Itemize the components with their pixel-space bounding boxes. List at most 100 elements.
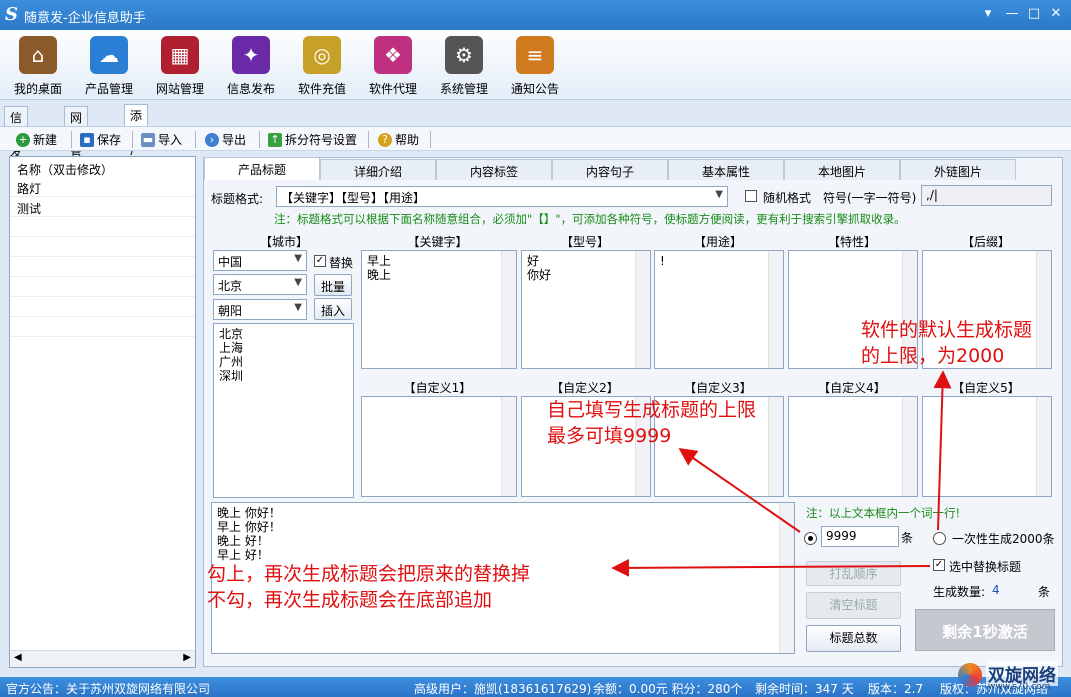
vertical-scrollbar[interactable] bbox=[1036, 251, 1051, 368]
replace-checkbox[interactable]: ✓ bbox=[314, 255, 326, 267]
total-button[interactable]: 标题总数 bbox=[806, 625, 901, 652]
chevron-down-icon: ▼ bbox=[294, 253, 302, 264]
city-list[interactable]: 北京 上海 广州 深圳 bbox=[213, 323, 354, 498]
divider bbox=[259, 131, 260, 148]
scroll-left-icon[interactable]: ◀ bbox=[14, 652, 22, 663]
toolbar-item-7[interactable]: ≡ 通知公告 bbox=[500, 36, 570, 97]
status-notice[interactable]: 官方公告：关于苏州双旋网络有限公司 bbox=[6, 680, 210, 697]
new-button[interactable]: + 新建 bbox=[16, 130, 57, 149]
toolbar-item-3[interactable]: ✦ 信息发布 bbox=[216, 36, 286, 97]
split-symbol-button[interactable]: ↑ 拆分符号设置 bbox=[268, 130, 357, 149]
window-title: 随意发-企业信息助手 bbox=[24, 11, 146, 26]
horizontal-scrollbar[interactable]: ◀ ▶ bbox=[10, 650, 195, 667]
generated-titles-text: 晚上 你好！ 早上 你好！ 晚上 好！ 早上 好！ bbox=[217, 506, 281, 562]
title-bar: S 随意发-企业信息助手 ▾ — □ ✕ bbox=[0, 0, 1071, 30]
feature-header: 【特性】 bbox=[827, 235, 876, 249]
vertical-scrollbar[interactable] bbox=[768, 397, 783, 496]
custom4-textarea[interactable] bbox=[788, 396, 918, 497]
close-icon[interactable]: ✕ bbox=[1045, 4, 1067, 24]
list-item[interactable]: 测试 bbox=[10, 197, 195, 217]
tab-product-5[interactable]: 本地图片 bbox=[784, 159, 900, 180]
batch-button[interactable]: 批量 bbox=[314, 274, 352, 296]
toolbar-item-6[interactable]: ⚙ 系统管理 bbox=[429, 36, 499, 97]
export-button[interactable]: › 导出 bbox=[205, 130, 246, 149]
tab-info-publish[interactable]: 信息发布 bbox=[4, 106, 29, 176]
list-item-empty bbox=[10, 217, 195, 237]
format-select[interactable]: 【关键字】【型号】【用途】 ▼ bbox=[276, 186, 728, 207]
product-list[interactable]: 名称（双击修改） 路灯 测试 ◀ ▶ bbox=[9, 156, 196, 668]
help-button[interactable]: ? 帮助 bbox=[378, 130, 419, 149]
format-label: 标题格式: bbox=[211, 192, 264, 206]
list-item-empty bbox=[10, 257, 195, 277]
toolbar-item-1[interactable]: ☁ 产品管理 bbox=[74, 36, 144, 97]
model-textarea[interactable]: 好 你好 bbox=[521, 250, 651, 369]
random-format-checkbox[interactable] bbox=[745, 190, 757, 202]
vertical-scrollbar[interactable] bbox=[902, 397, 917, 496]
status-bar: 官方公告：关于苏州双旋网络有限公司 高级用户：施凯(18361617629) 余… bbox=[0, 677, 1071, 697]
dropdown-icon[interactable]: ▾ bbox=[977, 4, 999, 24]
random-format-label: 随机格式 bbox=[763, 191, 812, 205]
status-version: 版本：2.7 bbox=[868, 682, 924, 696]
vertical-scrollbar[interactable] bbox=[779, 503, 794, 653]
toolbar-label: 系统管理 bbox=[439, 82, 488, 96]
province-select[interactable]: 中国 ▼ bbox=[213, 250, 307, 271]
vertical-scrollbar[interactable] bbox=[501, 251, 516, 368]
toolbar-item-0[interactable]: ⌂ 我的桌面 bbox=[3, 36, 73, 97]
tab-site-manage[interactable]: 网站管理 bbox=[64, 106, 89, 176]
scroll-right-icon[interactable]: ▶ bbox=[183, 652, 191, 663]
city-header: 【城市】 bbox=[259, 235, 308, 249]
custom-limit-radio[interactable] bbox=[804, 532, 817, 545]
once-2000-radio[interactable] bbox=[933, 532, 946, 545]
limit-input[interactable]: 9999 bbox=[821, 526, 899, 547]
custom1-textarea[interactable] bbox=[361, 396, 517, 497]
chevron-down-icon: ▼ bbox=[294, 302, 302, 313]
activate-button[interactable]: 剩余1秒激活 bbox=[915, 609, 1055, 651]
city-select[interactable]: 北京 ▼ bbox=[213, 274, 307, 295]
tab-add-product[interactable]: 添加产品 bbox=[124, 104, 149, 174]
chevron-down-icon: ▼ bbox=[715, 189, 723, 200]
vertical-scrollbar[interactable] bbox=[501, 397, 516, 496]
tab-product-2[interactable]: 内容标签 bbox=[436, 159, 552, 180]
district-select[interactable]: 朝阳 ▼ bbox=[213, 299, 307, 320]
tab-product-4[interactable]: 基本属性 bbox=[668, 159, 784, 180]
clear-button[interactable]: 清空标题 bbox=[806, 592, 901, 619]
usage-textarea[interactable]: ! bbox=[654, 250, 784, 369]
cloud-icon: ☁ bbox=[90, 36, 128, 74]
divider bbox=[430, 131, 431, 148]
replace-selected-label: 选中替换标题 bbox=[949, 560, 1022, 574]
replace-selected-checkbox[interactable]: ✓ bbox=[933, 559, 945, 571]
main-toolbar: ⌂ 我的桌面 ☁ 产品管理 ▦ 网站管理 ✦ 信息发布 ◎ 软件充值 ❖ 软件代理 ⚙ 系统管理 ≡ 通知公告 bbox=[0, 30, 1071, 100]
tab-product-0[interactable]: 产品标题 bbox=[204, 157, 320, 180]
custom5-textarea[interactable] bbox=[922, 396, 1052, 497]
custom2-header: 【自定义2】 bbox=[551, 381, 619, 395]
keyword-header: 【关键字】 bbox=[407, 235, 468, 249]
toolbar-item-5[interactable]: ❖ 软件代理 bbox=[358, 36, 428, 97]
toolbar-item-2[interactable]: ▦ 网站管理 bbox=[145, 36, 215, 97]
model-header: 【型号】 bbox=[560, 235, 609, 249]
minimize-icon[interactable]: — bbox=[1001, 4, 1023, 24]
save-button[interactable]: ▪ 保存 bbox=[80, 130, 121, 149]
chevron-down-icon: ▼ bbox=[294, 277, 302, 288]
insert-button[interactable]: 插入 bbox=[314, 298, 352, 320]
count-value: 4 bbox=[992, 583, 1000, 597]
import-button[interactable]: ▬ 导入 bbox=[141, 130, 182, 149]
divider bbox=[71, 131, 72, 148]
list-item[interactable]: 路灯 bbox=[10, 177, 195, 197]
vertical-scrollbar[interactable] bbox=[768, 251, 783, 368]
watermark-logo: 双旋网络 www.s70.com bbox=[958, 661, 1070, 695]
custom5-header: 【自定义5】 bbox=[952, 381, 1020, 395]
vertical-scrollbar[interactable] bbox=[635, 251, 650, 368]
tab-product-1[interactable]: 详细介绍 bbox=[320, 159, 436, 180]
keyword-textarea[interactable]: 早上 晚上 bbox=[361, 250, 517, 369]
shuffle-button[interactable]: 打乱顺序 bbox=[806, 561, 901, 586]
divider bbox=[368, 131, 369, 148]
tab-product-6[interactable]: 外链图片 bbox=[900, 159, 1016, 180]
maximize-icon[interactable]: □ bbox=[1023, 4, 1045, 24]
divider bbox=[132, 131, 133, 148]
toolbar-item-4[interactable]: ◎ 软件充值 bbox=[287, 36, 357, 97]
vertical-scrollbar[interactable] bbox=[1036, 397, 1051, 496]
symbol-input[interactable]: ,/| bbox=[921, 185, 1052, 206]
custom1-header: 【自定义1】 bbox=[403, 381, 472, 395]
tab-product-3[interactable]: 内容句子 bbox=[552, 159, 668, 180]
house-icon: ⌂ bbox=[19, 36, 57, 74]
